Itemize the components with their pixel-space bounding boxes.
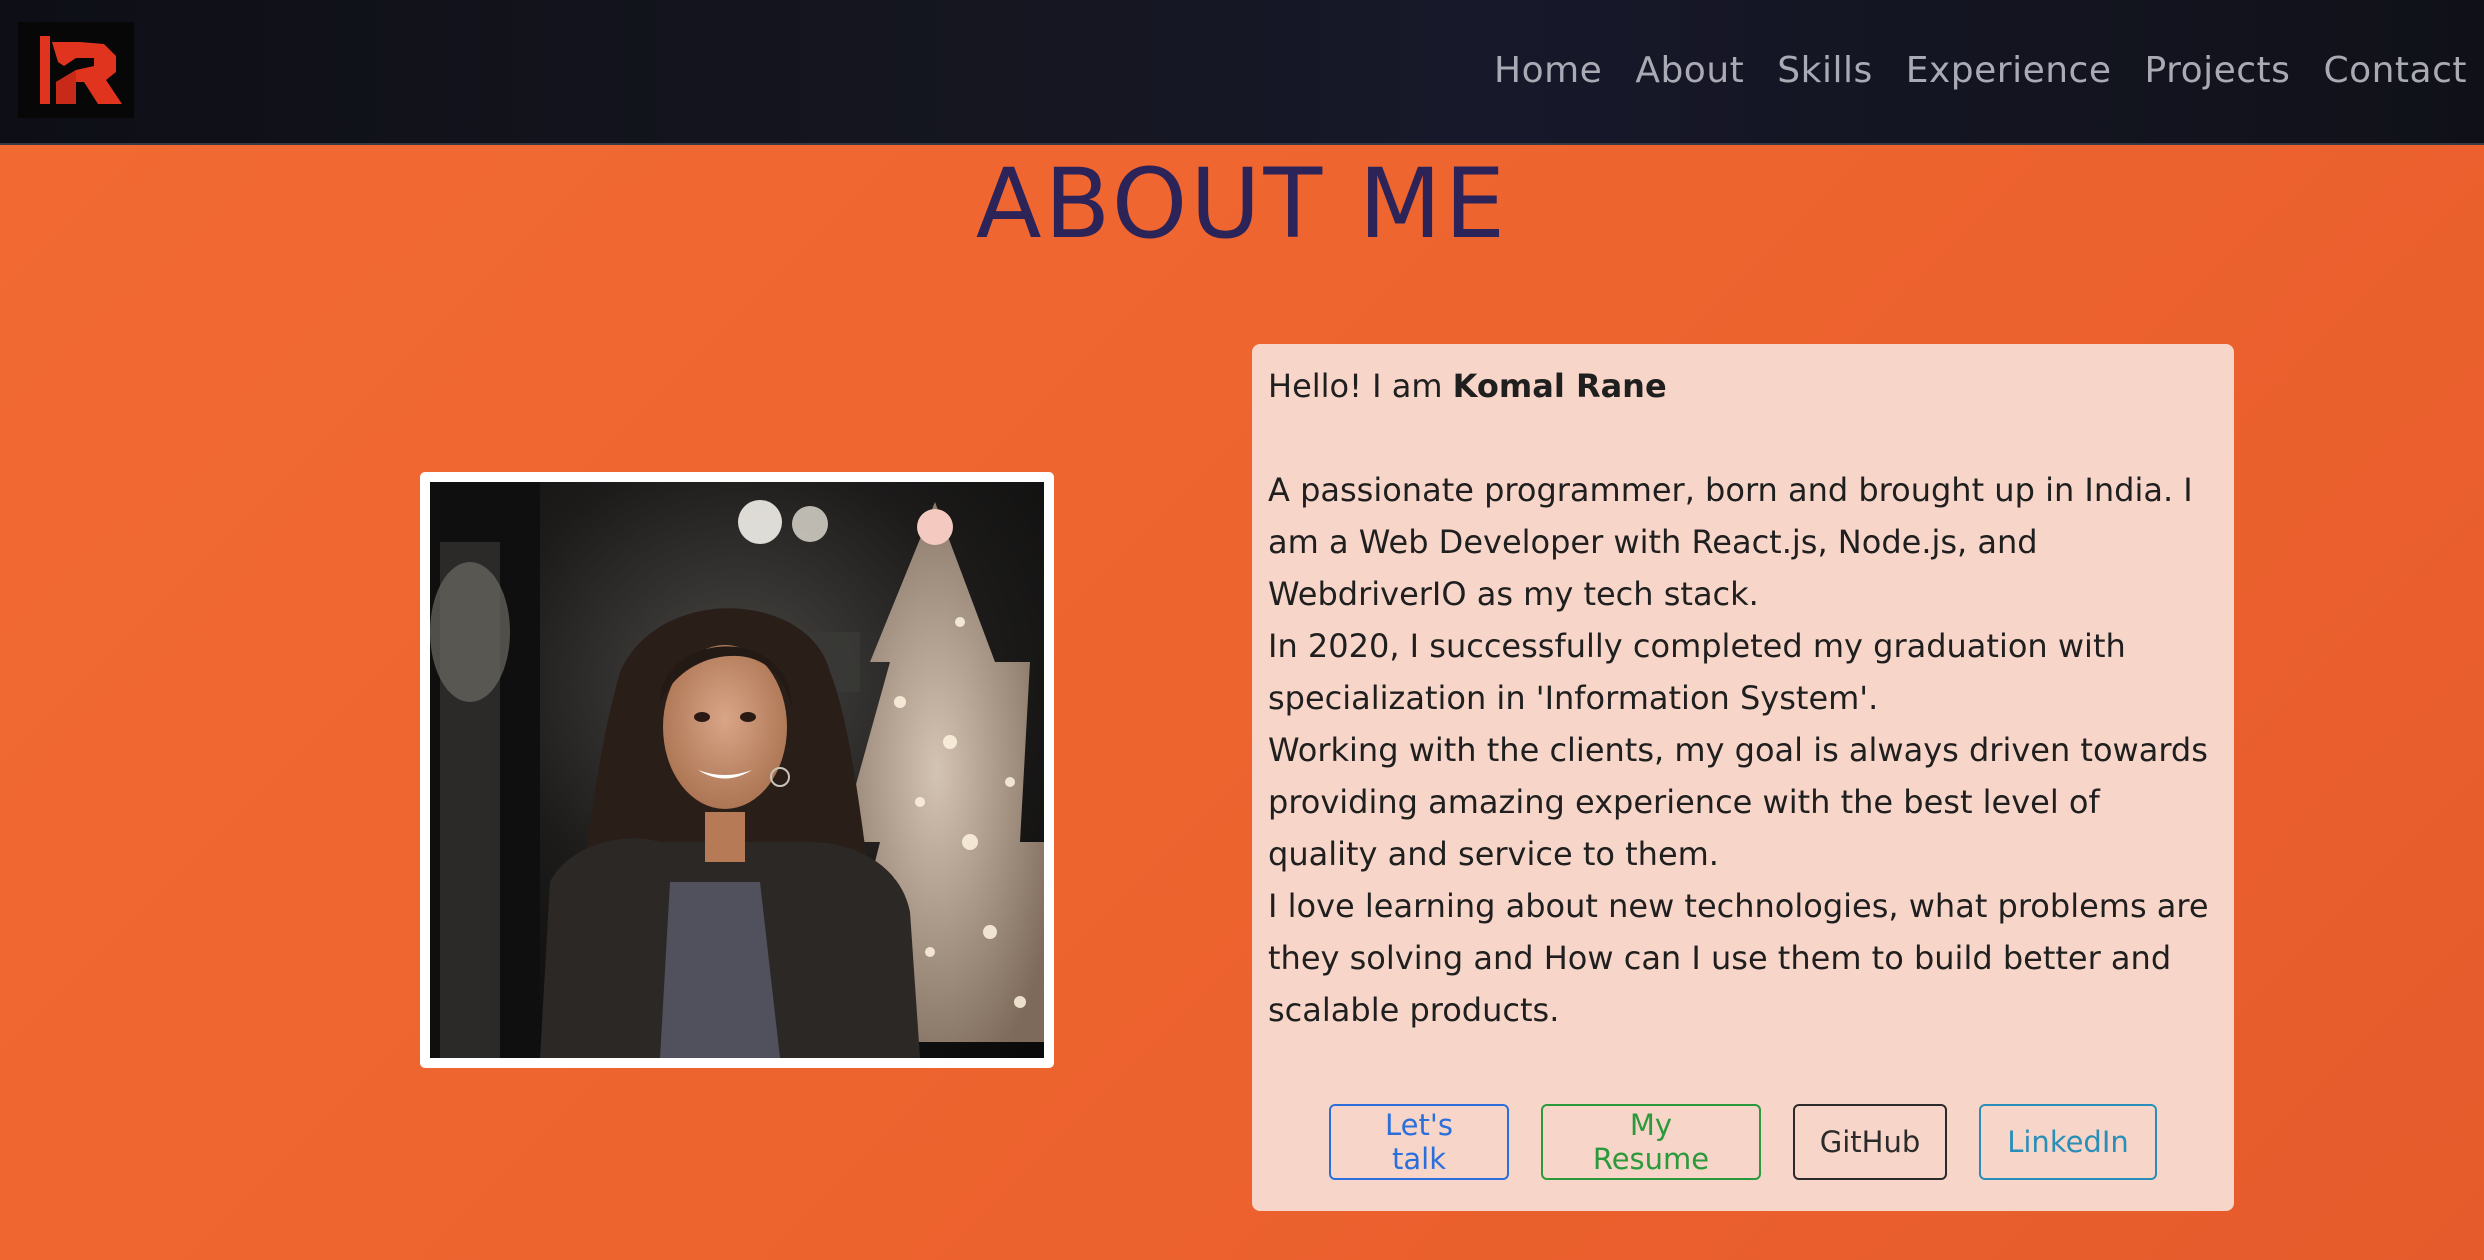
greeting-prefix: Hello! I am: [1268, 367, 1453, 405]
logo-kr-icon: [18, 22, 134, 118]
page-title: ABOUT ME: [975, 148, 1509, 260]
nav-links: Home About Skills Experience Projects Co…: [1461, 40, 2467, 100]
profile-photo: [430, 482, 1044, 1058]
about-paragraph-1: A passionate programmer, born and brough…: [1268, 471, 2193, 613]
lets-talk-button[interactable]: Let's talk: [1329, 1104, 1509, 1180]
about-paragraph-3: Working with the clients, my goal is alw…: [1268, 731, 2208, 873]
nav-home[interactable]: Home: [1494, 50, 1602, 91]
greeting: Hello! I am Komal Rane: [1268, 360, 2218, 412]
nav-projects[interactable]: Projects: [2145, 50, 2291, 91]
profile-photo-frame: [420, 472, 1054, 1068]
author-name: Komal Rane: [1452, 367, 1667, 405]
profile-photo-image: [430, 482, 1044, 1058]
my-resume-button[interactable]: My Resume: [1541, 1104, 1761, 1180]
linkedin-button[interactable]: LinkedIn: [1979, 1104, 2157, 1180]
navbar: Home About Skills Experience Projects Co…: [0, 0, 2484, 145]
github-button[interactable]: GitHub: [1793, 1104, 1947, 1180]
nav-experience[interactable]: Experience: [1906, 50, 2112, 91]
nav-skills[interactable]: Skills: [1777, 50, 1872, 91]
about-paragraph-4: I love learning about new technologies, …: [1268, 887, 2209, 1029]
action-buttons: Let's talk My Resume GitHub LinkedIn: [1252, 1104, 2234, 1180]
nav-contact[interactable]: Contact: [2323, 50, 2467, 91]
logo[interactable]: [18, 22, 134, 118]
nav-about[interactable]: About: [1635, 50, 1744, 91]
about-paragraph-2: In 2020, I successfully completed my gra…: [1268, 627, 2126, 717]
about-card: Hello! I am Komal Rane A passionate prog…: [1252, 344, 2234, 1211]
